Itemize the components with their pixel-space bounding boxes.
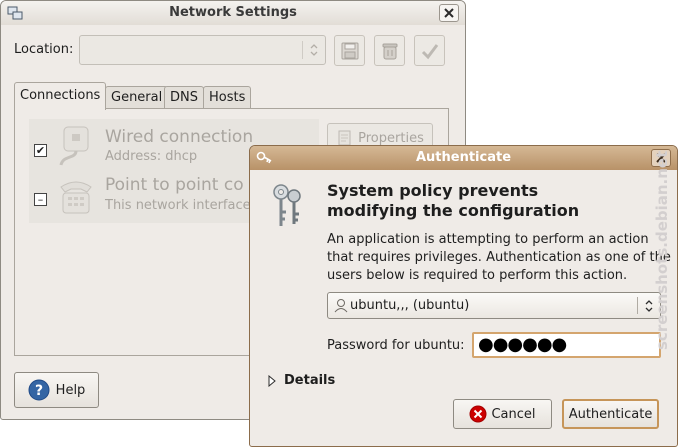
watermark: screenshots.debian.net bbox=[648, 110, 676, 350]
ppp-title: Point to point co bbox=[105, 175, 244, 195]
apply-check-icon bbox=[421, 43, 438, 59]
cancel-label: Cancel bbox=[491, 406, 536, 422]
save-location-button[interactable] bbox=[334, 35, 365, 66]
help-label: Help bbox=[55, 382, 86, 398]
password-input[interactable]: ●●●●●● bbox=[472, 332, 661, 358]
password-label: Password for ubuntu: bbox=[327, 338, 465, 353]
authenticate-title: Authenticate bbox=[415, 150, 512, 165]
close-icon bbox=[444, 8, 454, 18]
telephone-modem-icon bbox=[60, 181, 92, 214]
wired-network-icon bbox=[59, 126, 89, 166]
network-settings-title: Network Settings bbox=[169, 5, 297, 20]
wired-title: Wired connection bbox=[105, 127, 254, 147]
wired-checkbox[interactable]: ✔ bbox=[34, 144, 47, 157]
authenticate-button[interactable]: Authenticate bbox=[562, 399, 659, 429]
cancel-button[interactable]: Cancel bbox=[453, 399, 552, 429]
close-button[interactable] bbox=[439, 4, 459, 22]
ppp-subtitle: This network interface bbox=[105, 198, 251, 213]
delete-location-button[interactable] bbox=[374, 35, 405, 66]
tab-general[interactable]: General bbox=[105, 86, 169, 109]
cancel-icon bbox=[469, 405, 487, 423]
key-icon bbox=[256, 151, 272, 164]
tab-hosts[interactable]: Hosts bbox=[203, 86, 252, 109]
auth-heading-line2: modifying the configuration bbox=[327, 201, 580, 220]
details-label: Details bbox=[284, 373, 336, 388]
combo-separator bbox=[637, 297, 638, 314]
authenticate-label: Authenticate bbox=[568, 406, 653, 422]
authenticate-titlebar[interactable]: Authenticate bbox=[250, 146, 677, 170]
expander-arrow-icon bbox=[268, 374, 276, 387]
tab-connections[interactable]: Connections bbox=[14, 82, 107, 110]
help-button[interactable]: ? Help bbox=[14, 372, 99, 408]
help-icon: ? bbox=[28, 379, 50, 401]
ppp-checkbox[interactable]: – bbox=[34, 193, 47, 206]
location-combo[interactable] bbox=[79, 35, 326, 65]
save-icon bbox=[341, 42, 358, 59]
watermark-text: screenshots.debian.net bbox=[653, 150, 671, 350]
location-label: Location: bbox=[14, 42, 74, 57]
auth-message: An application is attempting to perform … bbox=[327, 232, 671, 283]
user-icon bbox=[334, 299, 348, 313]
combo-arrows-icon bbox=[310, 44, 318, 56]
user-select-value: ubuntu,,, (ubuntu) bbox=[350, 298, 470, 313]
apply-location-button[interactable] bbox=[414, 35, 445, 66]
delete-icon bbox=[382, 43, 397, 59]
svg-text:?: ? bbox=[35, 383, 43, 399]
network-icon bbox=[7, 6, 23, 20]
properties-label: Properties bbox=[358, 130, 424, 146]
keys-icon bbox=[273, 184, 301, 226]
combo-separator bbox=[302, 41, 303, 59]
wired-subtitle: Address: dhcp bbox=[105, 149, 198, 164]
auth-heading-line1: System policy prevents bbox=[327, 181, 539, 200]
authenticate-dialog: Authenticate System policy prevents modi… bbox=[249, 145, 678, 447]
tab-dns[interactable]: DNS bbox=[164, 86, 204, 109]
user-select[interactable]: ubuntu,,, (ubuntu) bbox=[327, 292, 661, 319]
details-expander[interactable]: Details bbox=[268, 373, 335, 388]
auth-heading: System policy prevents modifying the con… bbox=[327, 181, 627, 221]
network-settings-titlebar[interactable]: Network Settings bbox=[1, 1, 465, 25]
